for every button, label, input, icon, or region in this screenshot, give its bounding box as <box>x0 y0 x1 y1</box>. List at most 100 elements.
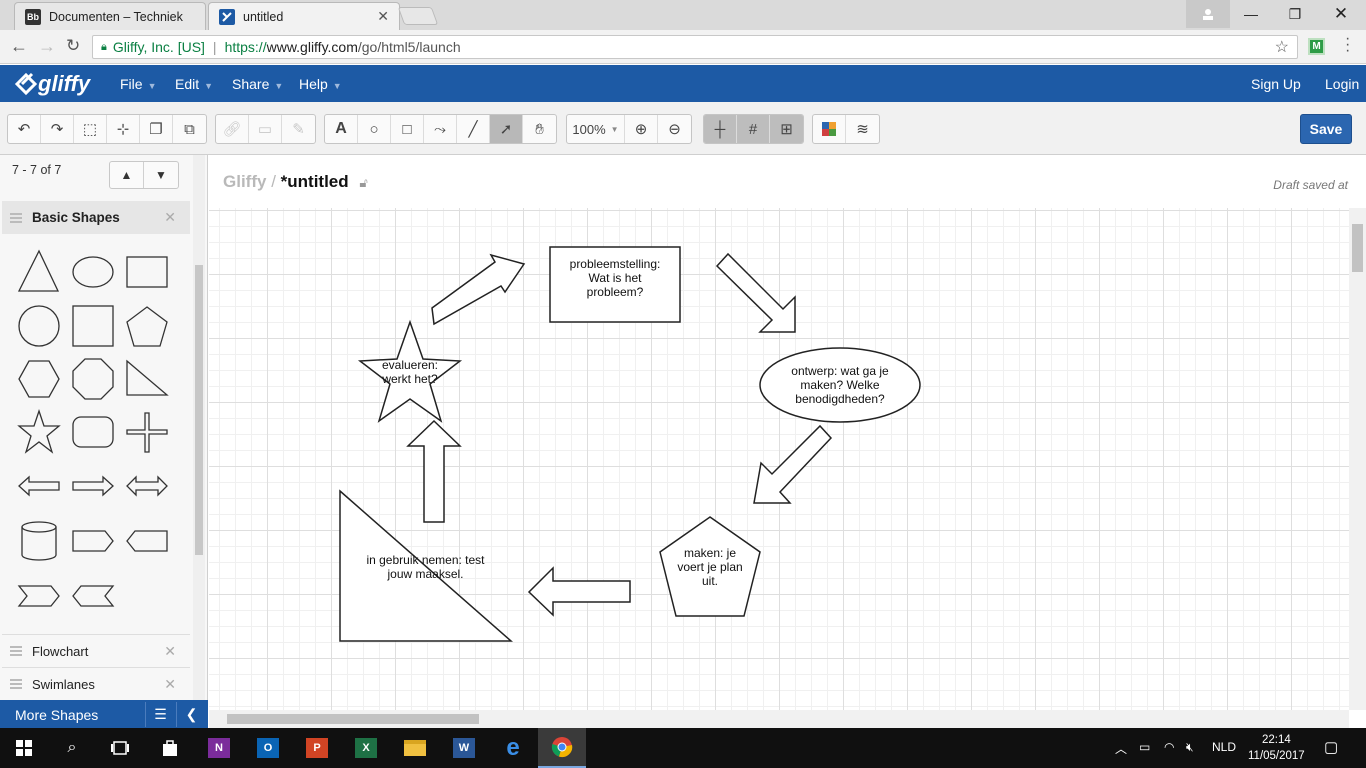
pointer-tool-icon[interactable]: ➚ <box>490 115 523 143</box>
sign-up-link[interactable]: Sign Up <box>1251 76 1301 92</box>
shape-pentagon[interactable] <box>126 306 168 347</box>
minimize-icon[interactable]: — <box>1228 0 1274 28</box>
bookmark-star-icon[interactable]: ☆ <box>1275 37 1289 57</box>
close-library-icon[interactable]: ✕ <box>164 676 176 693</box>
diagram-arrow-up-right[interactable] <box>431 253 526 326</box>
windows-start-icon[interactable] <box>0 728 48 768</box>
outlook-icon[interactable]: O <box>244 728 292 768</box>
shape-ellipse[interactable] <box>72 256 114 288</box>
canvas-horizontal-scrollbar[interactable] <box>209 710 1349 728</box>
restore-icon[interactable]: ❐ <box>1272 0 1318 28</box>
group-icon[interactable]: ⬚ <box>74 115 107 143</box>
shape-left-arrow[interactable] <box>18 475 60 497</box>
shape-triangle[interactable] <box>17 249 60 292</box>
browser-tab-documenten[interactable]: Bb Documenten – Techniek <box>14 2 206 30</box>
pentagon-label[interactable]: maken: je voert je plan uit. <box>660 546 760 588</box>
chrome-menu-icon[interactable]: · · · <box>1345 31 1350 59</box>
powerpoint-icon[interactable]: P <box>293 728 341 768</box>
hand-tool-icon[interactable]: ✋︎ <box>523 115 556 143</box>
save-button[interactable]: Save <box>1300 114 1352 144</box>
bring-to-front-icon[interactable]: ❐ <box>140 115 173 143</box>
line-tool-icon[interactable]: ╱ <box>457 115 490 143</box>
triangle-label[interactable]: in gebruik nemen: test jouw maaksel. <box>340 553 511 581</box>
drag-handle-icon[interactable] <box>10 212 22 223</box>
close-window-icon[interactable]: ✕ <box>1318 0 1364 28</box>
shape-rectangle[interactable] <box>126 256 168 288</box>
diagram-arrow-down-left[interactable] <box>753 424 833 504</box>
back-icon[interactable]: ← <box>10 36 28 57</box>
language-indicator[interactable]: NLD <box>1212 740 1236 754</box>
theme-icon[interactable] <box>813 115 846 143</box>
wifi-icon[interactable]: ◠ <box>1164 740 1174 754</box>
text-tool-icon[interactable]: A <box>325 115 358 143</box>
close-library-icon[interactable]: ✕ <box>164 643 176 660</box>
extension-icon[interactable]: M <box>1308 38 1325 55</box>
ungroup-icon[interactable]: ⊹ <box>107 115 140 143</box>
task-view-icon[interactable] <box>96 728 144 768</box>
diagram-arrow-down-right[interactable] <box>715 252 796 333</box>
grid-icon[interactable]: # <box>737 115 770 143</box>
shape-square[interactable] <box>72 305 114 347</box>
close-tab-icon[interactable]: ✕ <box>377 8 389 25</box>
menu-share[interactable]: Share ▼ <box>232 76 283 92</box>
chevron-down-icon[interactable]: ▼ <box>144 162 178 188</box>
library-basic-shapes-header[interactable]: Basic Shapes ✕ <box>2 201 190 234</box>
close-library-icon[interactable]: ✕ <box>164 209 176 226</box>
profile-icon[interactable] <box>1186 0 1230 28</box>
collapse-panel-icon[interactable]: ❮ <box>176 702 206 727</box>
scrollbar-thumb[interactable] <box>195 265 203 555</box>
excel-icon[interactable]: X <box>342 728 390 768</box>
onenote-icon[interactable]: N <box>195 728 243 768</box>
unlock-icon[interactable]: 🔓︎ <box>359 175 367 190</box>
shape-cross[interactable] <box>126 412 168 453</box>
shape-rounded-rectangle[interactable] <box>72 416 114 448</box>
menu-edit[interactable]: Edit ▼ <box>175 76 213 92</box>
site-identity[interactable]: Gliffy, Inc. [US] <box>113 39 205 55</box>
snap-to-object-icon[interactable]: ⊞ <box>770 115 803 143</box>
file-explorer-icon[interactable] <box>391 728 439 768</box>
chevron-up-icon[interactable]: ▲ <box>110 162 144 188</box>
diagram-arrow-left[interactable] <box>527 566 631 617</box>
ellipse-label[interactable]: ontwerp: wat ga je maken? Welke benodigdhe… <box>760 364 920 406</box>
shape-double-arrow[interactable] <box>126 475 168 497</box>
menu-help[interactable]: Help ▼ <box>299 76 342 92</box>
reload-icon[interactable]: ↻ <box>66 36 80 56</box>
edge-icon[interactable]: e <box>489 728 537 768</box>
library-swimlanes-header[interactable]: Swimlanes ✕ <box>2 667 190 700</box>
library-scrollbar[interactable] <box>193 155 205 700</box>
shape-octagon[interactable] <box>72 358 114 400</box>
notifications-icon[interactable]: ▢ <box>1324 738 1338 756</box>
send-to-back-icon[interactable]: ⧉ <box>173 115 206 143</box>
shape-chevron-left[interactable] <box>72 585 115 607</box>
shape-right-pointer[interactable] <box>72 530 114 552</box>
shape-right-arrow[interactable] <box>72 475 114 497</box>
shape-right-triangle[interactable] <box>126 359 169 396</box>
gliffy-logo[interactable]: gliffy <box>14 71 90 97</box>
zoom-in-icon[interactable]: ⊕ <box>625 115 658 143</box>
connector-tool-icon[interactable]: ⤳ <box>424 115 457 143</box>
login-link[interactable]: Login <box>1325 76 1359 92</box>
search-icon[interactable]: ⌕ <box>48 728 96 768</box>
collapse-libraries-icon[interactable]: ☰ <box>145 702 175 727</box>
star-label[interactable]: evalueren: werkt het? <box>360 358 460 386</box>
scrollbar-thumb[interactable] <box>1352 224 1363 272</box>
shape-star[interactable] <box>17 408 61 454</box>
document-name[interactable]: *untitled <box>281 172 349 191</box>
shape-chevron-right[interactable] <box>17 585 60 607</box>
ellipse-tool-icon[interactable]: ○ <box>358 115 391 143</box>
library-flowchart-header[interactable]: Flowchart ✕ <box>2 634 190 667</box>
shape-left-pointer[interactable] <box>126 530 168 552</box>
zoom-select[interactable]: 100% ▼ <box>567 115 625 143</box>
zoom-out-icon[interactable]: ⊖ <box>658 115 691 143</box>
shape-circle[interactable] <box>18 305 60 347</box>
link-icon[interactable]: 🔗︎ <box>216 115 249 143</box>
more-shapes-button[interactable]: More Shapes ☰ ❮ <box>0 700 208 729</box>
shape-hexagon[interactable] <box>18 360 60 398</box>
rectangle-tool-icon[interactable]: □ <box>391 115 424 143</box>
rectangle-label[interactable]: probleemstelling: Wat is het probleem? <box>550 257 680 299</box>
drag-handle-icon[interactable] <box>10 646 22 656</box>
clock[interactable]: 22:14 11/05/2017 <box>1248 732 1305 764</box>
layers-icon[interactable]: ≋ <box>846 115 879 143</box>
chrome-icon[interactable] <box>538 728 586 768</box>
url-input[interactable]: 🔒︎ Gliffy, Inc. [US] | https://www.gliff… <box>92 35 1298 59</box>
